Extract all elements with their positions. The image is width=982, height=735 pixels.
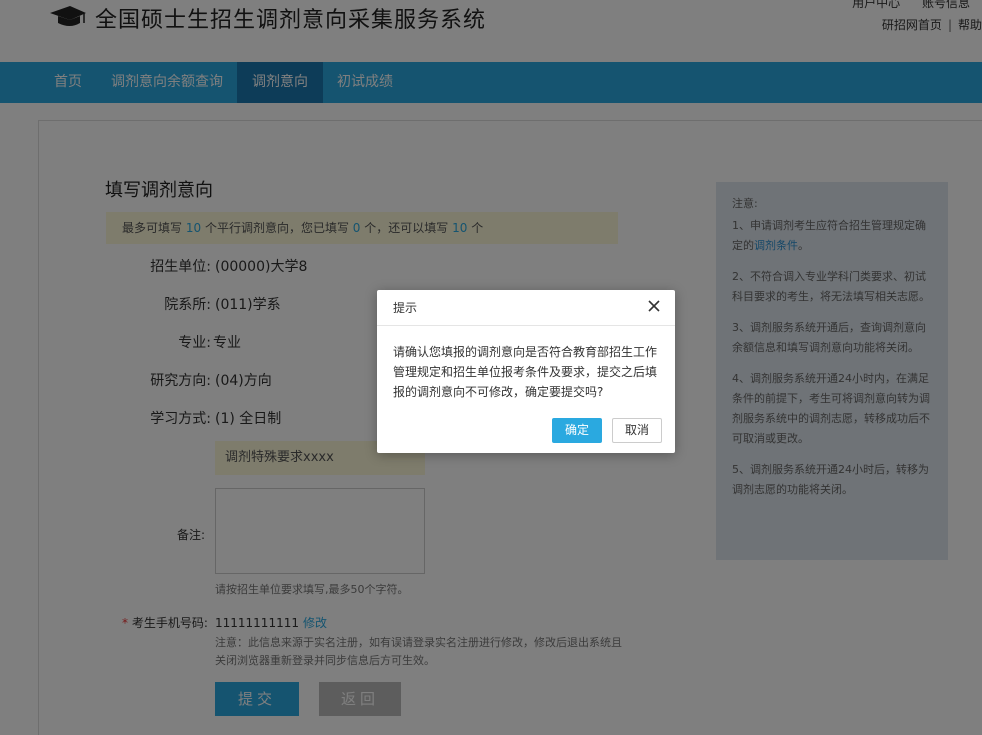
dialog-header: 提示: [377, 290, 675, 326]
confirm-button[interactable]: 确定: [552, 418, 602, 443]
cancel-button[interactable]: 取消: [612, 418, 662, 443]
dialog-title: 提示: [393, 301, 418, 315]
confirm-dialog: 提示 请确认您填报的调剂意向是否符合教育部招生工作管理规定和招生单位报考条件及要…: [377, 290, 675, 453]
close-icon[interactable]: [645, 297, 663, 315]
dialog-message: 请确认您填报的调剂意向是否符合教育部招生工作管理规定和招生单位报考条件及要求，提…: [393, 345, 658, 399]
